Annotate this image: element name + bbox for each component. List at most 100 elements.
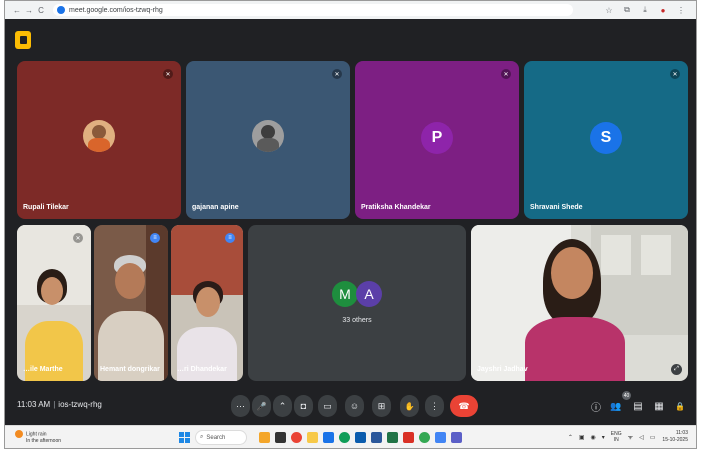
people-count-badge: 40: [622, 391, 631, 400]
download-icon[interactable]: ⤓: [636, 5, 654, 15]
weather-text: Light rain: [26, 431, 47, 438]
participant-name: Shravani Shede: [530, 204, 583, 211]
battery-icon[interactable]: ▭: [650, 434, 656, 441]
forward-icon[interactable]: →: [23, 6, 35, 15]
separator: |: [53, 400, 56, 409]
back-icon[interactable]: ←: [11, 6, 23, 15]
mic-muted-icon: ✕: [73, 233, 83, 243]
edge-app-icon[interactable]: [339, 432, 350, 443]
clock[interactable]: 11:03 15-10-2025: [662, 430, 688, 444]
participant-name: …ile Marthe: [23, 366, 63, 373]
tray-app-icon[interactable]: ▣: [579, 434, 585, 441]
widgets-app-icon[interactable]: [259, 432, 270, 443]
participant-video: [471, 225, 688, 381]
participant-tile[interactable]: P ✕ Pratiksha Khandekar: [355, 61, 519, 219]
more-options-button[interactable]: ⋮: [425, 395, 444, 417]
captions-button[interactable]: ▭: [318, 395, 337, 417]
participant-tile[interactable]: ✕ gajanan apine: [186, 61, 350, 219]
language-indicator[interactable]: ENG IN: [611, 431, 622, 443]
volume-icon[interactable]: ◁: [639, 434, 644, 441]
outlook-app-icon[interactable]: [355, 432, 366, 443]
emoji-button[interactable]: ☺: [345, 395, 364, 417]
chat-icon[interactable]: ▤: [631, 397, 645, 415]
profile-icon[interactable]: ●: [654, 6, 672, 15]
tray-app-icon[interactable]: ◉: [591, 434, 596, 441]
avatar: [252, 120, 284, 152]
clock-date: 15-10-2025: [662, 437, 688, 443]
chrome-app-icon[interactable]: [291, 432, 302, 443]
participant-tile[interactable]: Jayshri Jadhav ⤢: [471, 225, 688, 381]
raise-hand-button[interactable]: ✋: [400, 395, 419, 417]
weather-subtext: In the afternoon: [26, 438, 62, 445]
mic-muted-icon: ✕: [670, 69, 680, 79]
end-call-button[interactable]: ☎: [450, 395, 478, 417]
participant-tile[interactable]: ≡ …ri Dhandekar: [171, 225, 243, 381]
more-emoji-button[interactable]: ⋯: [231, 395, 250, 417]
extensions-icon[interactable]: ⧉: [618, 5, 636, 15]
meeting-controls-bar: 11:03 AM | ios-tzwq-rhg ⋯ 🎤 ⌃ ◘ ▭ ☺ ⊞ ✋ ⋮ …: [5, 389, 696, 425]
participant-tile[interactable]: S ✕ Shravani Shede: [524, 61, 688, 219]
weather-widget[interactable]: Light rain In the afternoon: [15, 430, 61, 445]
people-icon[interactable]: 👥: [609, 397, 623, 415]
taskbar: Light rain In the afternoon ⌕ Search ⌃ ▣…: [5, 425, 696, 448]
pin-icon[interactable]: ⤢: [671, 364, 682, 375]
tray-app-icon[interactable]: ▾: [602, 434, 605, 441]
participant-video: [94, 225, 168, 381]
participant-name: …ri Dhandekar: [177, 366, 227, 373]
taskbar-search[interactable]: ⌕ Search: [195, 430, 247, 445]
teams-app-icon[interactable]: [451, 432, 462, 443]
others-count-label: 33 others: [342, 317, 372, 324]
search-placeholder: Search: [206, 434, 226, 441]
photos-app-icon[interactable]: [435, 432, 446, 443]
participant-tile[interactable]: ✕ Rupali Tilekar: [17, 61, 181, 219]
explorer-app-icon[interactable]: [307, 432, 318, 443]
present-button[interactable]: ⊞: [372, 395, 391, 417]
camera-button[interactable]: ◘: [294, 395, 313, 417]
screen-frame: ← → C meet.google.com/ios-tzwq-rhg ☆ ⧉ ⤓…: [4, 0, 697, 449]
others-avatar: M: [332, 281, 358, 307]
info-icon[interactable]: ⓘ: [589, 397, 603, 415]
mic-muted-icon: ✕: [163, 69, 173, 79]
reload-icon[interactable]: C: [35, 6, 47, 15]
address-bar[interactable]: meet.google.com/ios-tzwq-rhg: [53, 4, 573, 16]
meet-stage: ✕ Rupali Tilekar ✕ gajanan apine P ✕ Pra…: [5, 19, 696, 425]
pdf-app-icon[interactable]: [403, 432, 414, 443]
mic-button[interactable]: 🎤: [252, 395, 271, 417]
others-tile[interactable]: M A 33 others: [248, 225, 466, 381]
excel-app-icon[interactable]: [387, 432, 398, 443]
word-app-icon[interactable]: [371, 432, 382, 443]
host-badge-icon[interactable]: [15, 31, 31, 49]
mic-active-icon: ≡: [150, 233, 160, 243]
menu-icon[interactable]: ⋮: [672, 6, 690, 15]
browser-toolbar: ← → C meet.google.com/ios-tzwq-rhg ☆ ⧉ ⤓…: [5, 1, 696, 19]
host-controls-icon[interactable]: 🔒: [673, 397, 687, 415]
participant-name: gajanan apine: [192, 204, 239, 211]
participant-name: Pratiksha Khandekar: [361, 204, 431, 211]
weather-icon: [15, 430, 23, 438]
wifi-icon[interactable]: ᯤ: [628, 433, 633, 441]
participant-name: Hemant dongrikar: [100, 366, 160, 373]
taskview-icon[interactable]: [275, 432, 286, 443]
camera-options-button[interactable]: ⌃: [273, 395, 292, 417]
mic-muted-icon: ✕: [332, 69, 342, 79]
avatar: [83, 120, 115, 152]
chrome-active-app-icon[interactable]: [419, 432, 430, 443]
chevron-up-icon[interactable]: ⌃: [568, 434, 573, 441]
others-avatar: A: [356, 281, 382, 307]
url-text: meet.google.com/ios-tzwq-rhg: [69, 6, 163, 14]
meeting-info: 11:03 AM | ios-tzwq-rhg: [17, 400, 102, 409]
avatar: P: [421, 122, 453, 154]
participant-video: [171, 225, 243, 381]
mic-active-icon: ≡: [225, 233, 235, 243]
activities-icon[interactable]: ▦: [652, 397, 666, 415]
star-icon[interactable]: ☆: [600, 6, 618, 15]
system-tray: ⌃ ▣ ◉ ▾ ENG IN ᯤ ◁ ▭ 11:03 15-10-2025: [565, 430, 688, 444]
store-app-icon[interactable]: [323, 432, 334, 443]
windows-start-icon[interactable]: [179, 432, 190, 443]
participant-video: [17, 225, 91, 381]
clock-time: 11:03: [675, 430, 688, 436]
participant-name: Jayshri Jadhav: [477, 366, 528, 373]
participant-tile[interactable]: ✕ …ile Marthe: [17, 225, 91, 381]
participant-tile[interactable]: ≡ Hemant dongrikar: [94, 225, 168, 381]
site-icon: [57, 6, 65, 14]
